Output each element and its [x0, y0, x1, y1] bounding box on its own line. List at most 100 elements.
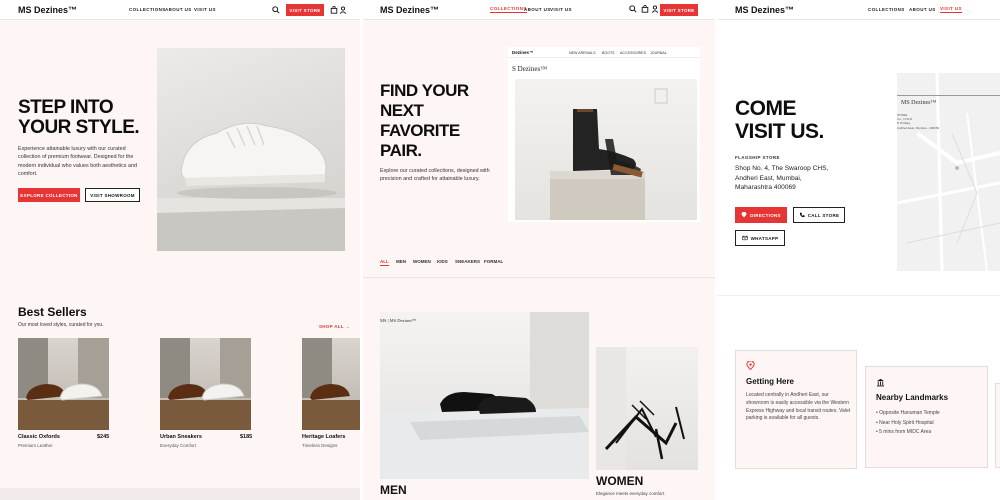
call-store-label: CALL STORE — [807, 212, 840, 218]
filter-tab-men[interactable]: MEN — [396, 259, 406, 264]
visit-store-button[interactable]: VISIT STORE — [660, 4, 698, 16]
product-material: Everyday Comfort — [160, 443, 197, 448]
nav-about-us[interactable]: ABOUT US — [524, 7, 551, 12]
nav-collections[interactable]: COLLECTIONS — [129, 7, 166, 12]
nav-about-us[interactable]: ABOUT US — [909, 7, 936, 12]
brand-logo[interactable]: MS Dezines™ — [380, 5, 439, 15]
mockup-logo: S Dezines™ — [512, 65, 548, 73]
section-divider — [0, 488, 360, 500]
map-logo: MS Dezines™ — [901, 100, 937, 106]
phone-icon — [799, 212, 805, 218]
hero-title-line1: COME — [735, 97, 797, 120]
hero-title-line2: YOUR STYLE. — [18, 117, 140, 138]
nav-visit-us[interactable]: VISIT US — [550, 7, 572, 12]
women-category-image — [596, 347, 698, 470]
location-pin-icon — [741, 212, 747, 218]
chelsea-boot-image — [515, 79, 697, 220]
partial-card — [995, 383, 1000, 468]
visit-store-button[interactable]: VISIT STORE — [286, 4, 324, 16]
mockup-link: BOOTS — [602, 51, 615, 55]
filter-tab-all[interactable]: ALL — [380, 259, 389, 266]
nav-collections[interactable]: COLLECTIONS — [868, 7, 905, 12]
call-store-button[interactable]: CALL STORE — [793, 207, 845, 223]
search-icon[interactable] — [629, 5, 637, 13]
explore-collection-button[interactable]: EXPLORE COLLECTION — [18, 188, 80, 202]
bag-icon[interactable] — [330, 6, 338, 14]
brand-logo[interactable]: MS Dezines™ — [735, 5, 794, 15]
nav-visit-us[interactable]: VISIT US — [194, 7, 216, 12]
top-nav: MS Dezines™ COLLECTIONS ABOUT US VISIT U… — [0, 0, 360, 20]
product-image — [160, 338, 251, 430]
map-address: STORE Co., N.W.R. N M Marg Andheri East,… — [897, 113, 939, 130]
getting-here-card: Getting Here Located centrally in Andher… — [735, 350, 857, 469]
best-sellers-subtitle: Our most loved styles, curated for you. — [18, 322, 104, 328]
filter-tab-kids[interactable]: KIDS — [437, 259, 448, 264]
collections-page-panel: MS Dezines™ COLLECTIONS ABOUT US VISIT U… — [363, 0, 715, 500]
men-category-image: MS | MS Dezines™ — [380, 312, 589, 479]
getting-here-text: Located centrally in Andheri East, our s… — [746, 392, 851, 422]
user-icon[interactable] — [651, 5, 659, 13]
product-image — [18, 338, 109, 430]
landmarks-list: • Opposite Hanuman Temple • Near Holy Sp… — [876, 409, 940, 438]
top-nav: MS Dezines™ COLLECTIONS ABOUT US VISIT U… — [718, 0, 1000, 20]
getting-here-title: Getting Here — [746, 377, 795, 386]
whatsapp-icon — [741, 235, 748, 241]
category-label: MEN — [380, 483, 407, 497]
divider — [718, 295, 1000, 296]
hero-title-line1: FIND YOUR — [380, 81, 469, 100]
product-price: $185 — [240, 434, 253, 440]
hero-title-line2: VISIT US. — [735, 120, 824, 143]
search-icon[interactable] — [272, 6, 280, 14]
address-line: Shop No. 4, The Swaroop CHS, — [735, 165, 829, 172]
hero-title-line3: FAVORITE — [380, 121, 460, 140]
top-nav: MS Dezines™ COLLECTIONS ABOUT US VISIT U… — [363, 0, 715, 20]
visit-us-page-panel: MS Dezines™ COLLECTIONS ABOUT US VISIT U… — [718, 0, 1000, 500]
mockup-link: JOURNAL — [650, 51, 667, 55]
landmark-item: • 5 mins from MIDC Area — [876, 429, 932, 435]
filter-tab-women[interactable]: WOMEN — [413, 259, 431, 264]
visit-showroom-button[interactable]: VISIT SHOWROOM — [85, 188, 140, 202]
nav-collections[interactable]: COLLECTIONS — [490, 6, 527, 13]
shop-all-link[interactable]: SHOP ALL → — [319, 324, 350, 329]
store-label: FLAGSHIP STORE — [735, 155, 780, 160]
user-icon[interactable] — [339, 6, 347, 14]
hero-sneaker-image — [157, 48, 345, 251]
address-line: Andheri East, Mumbai, — [735, 174, 802, 182]
whatsapp-button[interactable]: WHATSAPP — [735, 230, 785, 246]
directions-button[interactable]: DIRECTIONS — [735, 207, 787, 223]
nav-visit-us[interactable]: VISIT US — [940, 6, 962, 13]
whatsapp-label: WHATSAPP — [750, 235, 779, 241]
mockup-logo-small: Dezines™ — [512, 50, 534, 55]
hero-description: Explore our curated collections, designe… — [380, 168, 490, 183]
product-material: Premium Leather — [18, 443, 53, 448]
filter-tab-formal[interactable]: FORMAL — [484, 259, 503, 264]
storefront-sign: MS | MS Dezines™ — [380, 318, 417, 323]
landmark-item: • Near Holy Spirit Hospital — [876, 419, 934, 426]
bag-icon[interactable] — [641, 5, 649, 13]
product-name: Urban Sneakers — [160, 434, 202, 440]
store-map[interactable]: MS Dezines™ STORE Co., N.W.R. N M Marg A… — [897, 73, 1000, 271]
product-price: $245 — [97, 434, 110, 440]
best-sellers-title: Best Sellers — [18, 305, 87, 319]
category-label: WOMEN — [596, 474, 644, 488]
divider — [363, 277, 715, 278]
hero-title-line2: NEXT — [380, 101, 424, 120]
brand-logo[interactable]: MS Dezines™ — [18, 5, 77, 15]
product-image — [302, 338, 360, 430]
product-name: Heritage Loafers — [302, 434, 346, 440]
filter-tab-sneakers[interactable]: SNEAKERS — [455, 259, 480, 264]
nav-about-us[interactable]: ABOUT US — [165, 7, 192, 12]
mockup-nav: Dezines™ NEW ARRIVALS BOOTS ACCESSORIES … — [508, 47, 700, 58]
hero-title-line1: STEP INTO — [18, 97, 114, 118]
product-material: Timeless Designs — [302, 443, 338, 448]
location-pin-icon — [746, 361, 755, 370]
hero-title-line4: PAIR. — [380, 141, 422, 160]
home-page-panel: MS Dezines™ COLLECTIONS ABOUT US VISIT U… — [0, 0, 360, 500]
directions-label: DIRECTIONS — [750, 212, 781, 218]
category-caption: Elegance meets everyday comfort. — [596, 491, 666, 496]
website-mockup: Dezines™ NEW ARRIVALS BOOTS ACCESSORIES … — [508, 47, 700, 222]
landmark-icon — [876, 378, 885, 387]
map-line: Andheri East, Mumbai - 400069 — [897, 125, 940, 130]
landmark-item: • Opposite Hanuman Temple — [876, 410, 940, 416]
address-line: Maharashtra 400069 — [735, 184, 796, 192]
